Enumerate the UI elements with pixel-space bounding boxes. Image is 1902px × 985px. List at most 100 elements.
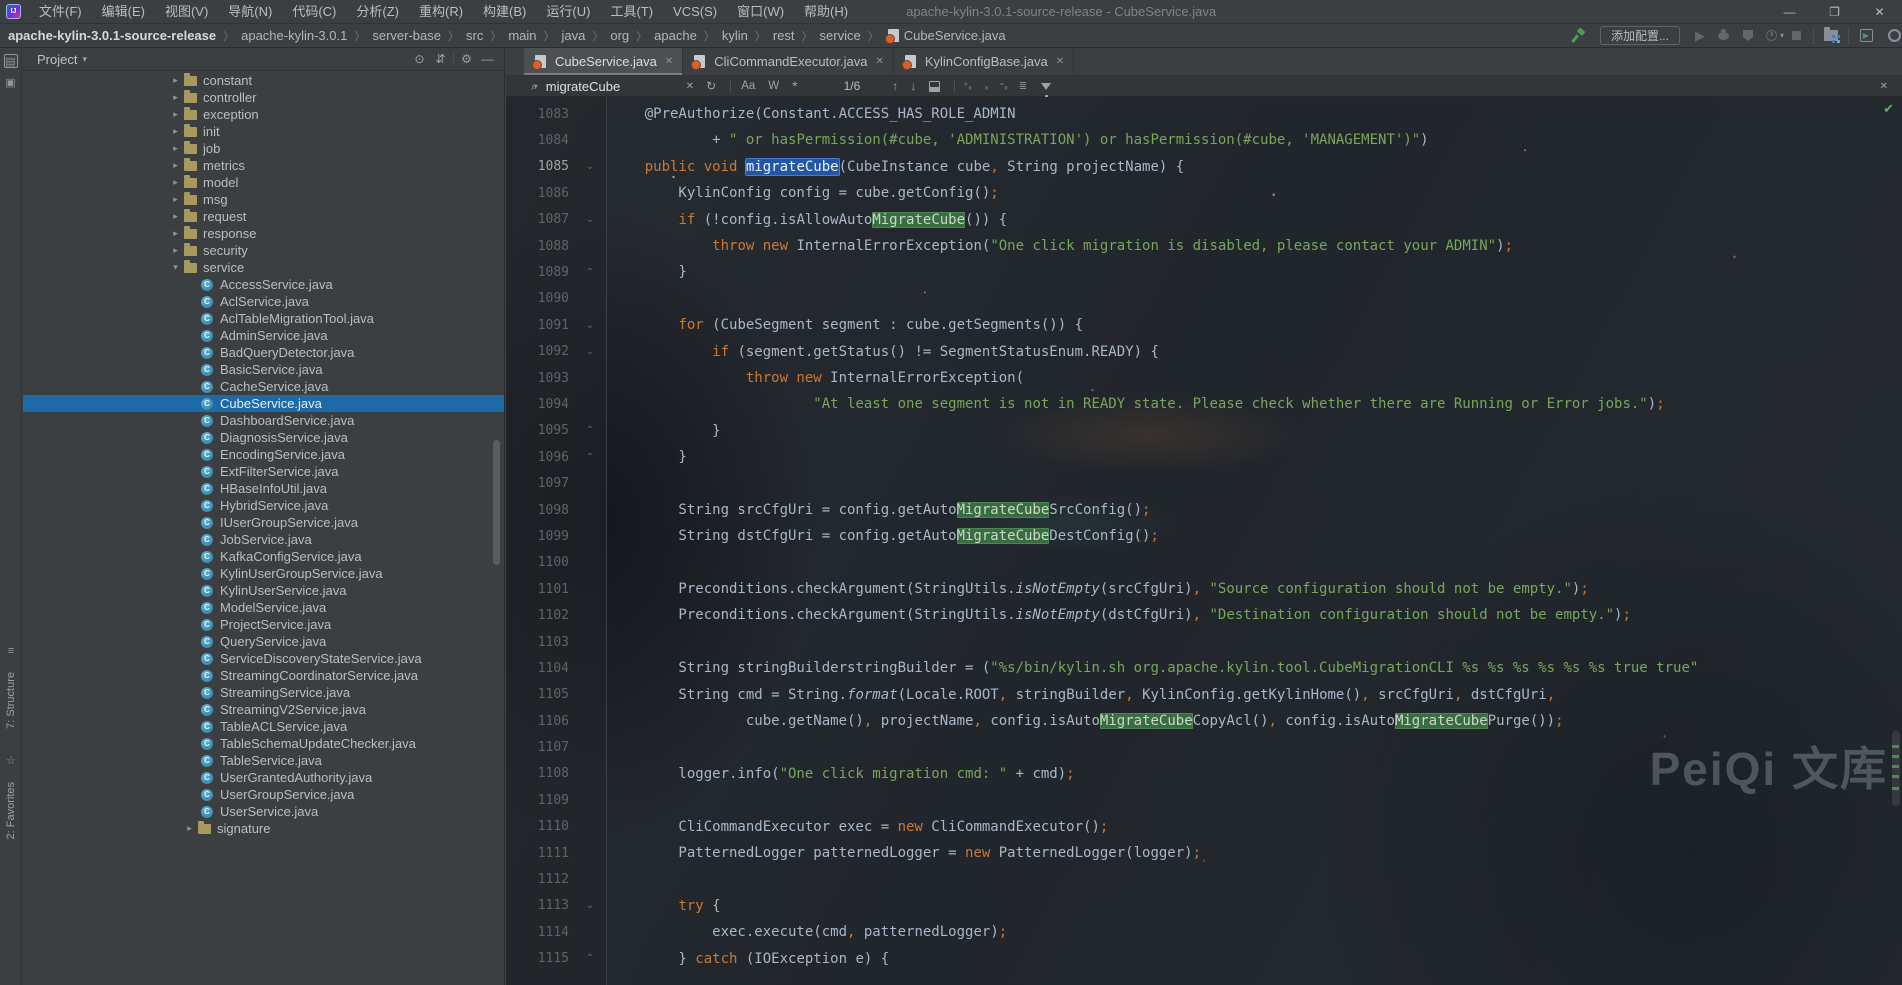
tree-row[interactable]: CAclService.java (23, 293, 504, 310)
chevron-right-icon[interactable]: ▸ (169, 194, 182, 205)
add-occurrence-icon[interactable]: ⁺ₓ (963, 81, 972, 92)
menu-item[interactable]: 构建(B) (473, 0, 536, 24)
tree-row[interactable]: CHBaseInfoUtil.java (23, 480, 504, 497)
tree-row[interactable]: ▸request (23, 208, 504, 225)
project-structure-icon[interactable] (1819, 25, 1843, 47)
menu-item[interactable]: 帮助(H) (794, 0, 858, 24)
chevron-right-icon[interactable]: ▸ (169, 228, 182, 239)
tree-row[interactable]: CQueryService.java (23, 633, 504, 650)
run-icon[interactable]: ▶ (1688, 25, 1712, 47)
fold-marker-icon[interactable]: ⌄ (569, 320, 611, 331)
tree-row[interactable]: CStreamingService.java (23, 684, 504, 701)
tree-row[interactable]: CServiceDiscoveryStateService.java (23, 650, 504, 667)
remove-occurrence-icon[interactable]: ₓ (985, 81, 988, 92)
project-stripe-icon[interactable]: ▤ (4, 54, 18, 68)
fold-marker-icon[interactable]: ⌃ (569, 452, 611, 463)
tree-row[interactable]: CProjectService.java (23, 616, 504, 633)
chevron-down-icon[interactable]: ▾ (169, 262, 182, 273)
tree-row[interactable]: CKafkaConfigService.java (23, 548, 504, 565)
menu-item[interactable]: 代码(C) (282, 0, 346, 24)
tree-row[interactable]: ▾service (23, 259, 504, 276)
tree-row[interactable]: CStreamingV2Service.java (23, 701, 504, 718)
project-panel-title[interactable]: Project (37, 52, 77, 67)
tree-row[interactable]: CIUserGroupService.java (23, 514, 504, 531)
preserve-case-icon[interactable]: ≣ (1019, 81, 1027, 92)
minimize-button[interactable]: — (1767, 0, 1812, 23)
tree-row[interactable]: CAclTableMigrationTool.java (23, 310, 504, 327)
locate-file-icon[interactable]: ⊙ (409, 52, 430, 66)
breadcrumb-item[interactable]: src (466, 28, 483, 43)
chevron-right-icon[interactable]: ▸ (169, 75, 182, 86)
chevron-right-icon[interactable]: ▸ (169, 177, 182, 188)
menu-item[interactable]: 工具(T) (600, 0, 663, 24)
tree-row[interactable]: CTableService.java (23, 752, 504, 769)
inspections-ok-icon[interactable]: ✔ (1883, 101, 1894, 117)
tree-row[interactable]: ▸constant (23, 72, 504, 89)
hide-panel-icon[interactable]: — (477, 52, 498, 66)
tree-row[interactable]: CUserService.java (23, 803, 504, 820)
tree-row[interactable]: CModelService.java (23, 599, 504, 616)
breadcrumb-item[interactable]: server-base (372, 28, 441, 43)
chevron-right-icon[interactable]: ▸ (169, 245, 182, 256)
project-tree-scrollbar[interactable] (493, 440, 500, 565)
editor-scrollbar[interactable] (1892, 731, 1900, 806)
chevron-right-icon[interactable]: ▸ (169, 143, 182, 154)
fold-marker-icon[interactable]: ⌃ (569, 425, 611, 436)
tree-row[interactable]: ▸metrics (23, 157, 504, 174)
chevron-right-icon[interactable]: ▸ (183, 823, 196, 834)
regex-toggle[interactable]: * (792, 78, 797, 94)
coverage-icon[interactable] (1736, 25, 1760, 47)
tab-close-icon[interactable]: ✕ (665, 56, 673, 67)
tab-close-icon[interactable]: ✕ (1056, 56, 1064, 67)
tree-row[interactable]: ▸init (23, 123, 504, 140)
editor-tab[interactable]: CliCommandExecutor.java✕ (683, 48, 894, 75)
breadcrumb-item[interactable]: apache-kylin-3.0.1-source-release (8, 28, 216, 43)
breadcrumb-item[interactable]: kylin (722, 28, 748, 43)
close-button[interactable]: ✕ (1857, 0, 1902, 23)
menu-item[interactable]: 窗口(W) (727, 0, 794, 24)
menu-item[interactable]: VCS(S) (663, 0, 727, 24)
tree-row[interactable]: CEncodingService.java (23, 446, 504, 463)
tree-row[interactable]: CCubeService.java (23, 395, 504, 412)
tree-row[interactable]: ▸controller (23, 89, 504, 106)
tree-row[interactable]: CBadQueryDetector.java (23, 344, 504, 361)
tree-row[interactable]: CBasicService.java (23, 361, 504, 378)
menu-item[interactable]: 运行(U) (536, 0, 600, 24)
whole-words-toggle[interactable]: W (768, 80, 779, 92)
chevron-right-icon[interactable]: ▸ (169, 109, 182, 120)
search-options-caret-icon[interactable]: ▾ (534, 82, 538, 91)
menu-item[interactable]: 分析(Z) (346, 0, 409, 24)
code-editor[interactable]: 1083 @PreAuthorize(Constant.ACCESS_HAS_R… (506, 97, 1902, 985)
tree-row[interactable]: CAdminService.java (23, 327, 504, 344)
fold-marker-icon[interactable]: ⌄ (569, 900, 611, 911)
breadcrumb-item[interactable]: rest (773, 28, 795, 43)
tree-row[interactable]: CAccessService.java (23, 276, 504, 293)
tree-row[interactable]: CDashboardService.java (23, 412, 504, 429)
tree-row[interactable]: ▸job (23, 140, 504, 157)
editor-tab[interactable]: KylinConfigBase.java✕ (894, 48, 1074, 75)
add-configuration-button[interactable]: 添加配置... (1600, 26, 1680, 45)
breadcrumb-item[interactable]: apache-kylin-3.0.1 (241, 28, 347, 43)
chevron-right-icon[interactable]: ▸ (169, 160, 182, 171)
debug-icon[interactable] (1712, 25, 1736, 47)
close-find-bar-icon[interactable]: ✕ (1880, 81, 1888, 92)
tree-row[interactable]: CHybridService.java (23, 497, 504, 514)
tree-row[interactable]: ▸exception (23, 106, 504, 123)
breadcrumb-item[interactable]: org (610, 28, 629, 43)
build-hammer-icon[interactable] (1568, 25, 1592, 47)
tree-row[interactable]: CDiagnosisService.java (23, 429, 504, 446)
search-history-icon[interactable]: ↻ (706, 79, 716, 93)
breadcrumb-item[interactable]: main (508, 28, 536, 43)
search-everywhere-icon[interactable] (1878, 25, 1902, 47)
menu-item[interactable]: 视图(V) (155, 0, 218, 24)
breadcrumb-item[interactable]: apache (654, 28, 697, 43)
run-dashboard-icon[interactable]: ▶ (1854, 25, 1878, 47)
tree-row[interactable]: CCacheService.java (23, 378, 504, 395)
fold-marker-icon[interactable]: ⌃ (569, 267, 611, 278)
tree-row[interactable]: CTableACLService.java (23, 718, 504, 735)
favorites-stripe-button[interactable]: ☆ 2: Favorites (0, 748, 22, 839)
fold-marker-icon[interactable]: ⌄ (569, 346, 611, 357)
editor-tab[interactable]: CubeService.java✕ (524, 48, 683, 75)
match-case-toggle[interactable]: Aa (741, 80, 755, 92)
chevron-right-icon[interactable]: ▸ (169, 126, 182, 137)
